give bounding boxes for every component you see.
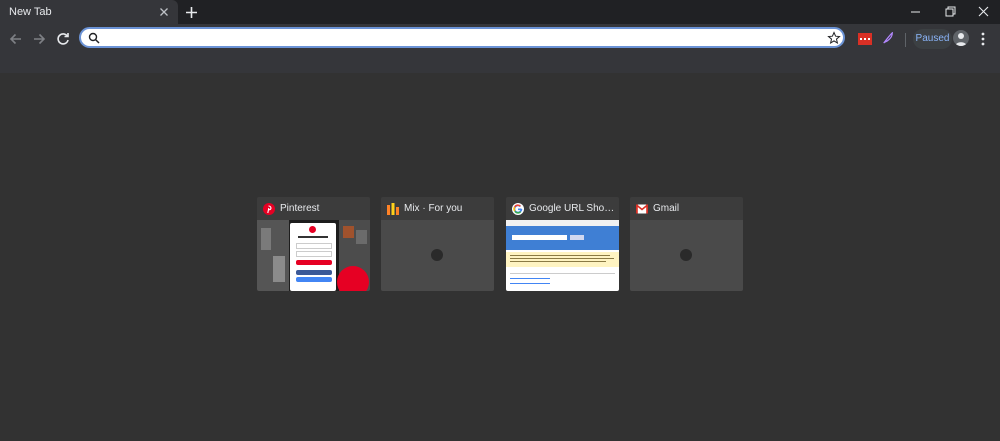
placeholder-dot (431, 249, 443, 261)
tile-thumbnail (257, 220, 370, 291)
forward-arrow-icon[interactable] (31, 31, 47, 47)
tile-pinterest[interactable]: Pinterest (257, 197, 370, 291)
thumb-button (296, 277, 332, 282)
tile-thumbnail (381, 220, 494, 291)
thumb-photo-tile (273, 256, 285, 282)
profile-avatar-icon (955, 33, 967, 46)
tile-title: Pinterest (280, 203, 320, 214)
close-icon[interactable] (157, 5, 171, 19)
window-close-icon[interactable] (967, 0, 1000, 24)
thumb-field (296, 243, 332, 249)
tile-google-url-shortener[interactable]: Google URL Shorte... (506, 197, 619, 291)
restore-icon[interactable] (933, 0, 966, 24)
toolbar-separator (905, 33, 906, 47)
thumb-field (296, 251, 332, 257)
tile-title: Gmail (653, 203, 680, 214)
thumb-link-line (510, 283, 550, 284)
thumb-button (296, 270, 332, 275)
tab-new-tab[interactable]: New Tab (0, 0, 178, 24)
search-icon (88, 32, 100, 44)
tab-title: New Tab (9, 6, 52, 18)
toolbar: Paused (0, 24, 1000, 73)
thumb-text-line (510, 255, 610, 256)
thumb-url-field (512, 235, 567, 240)
extension-red-icon[interactable] (858, 33, 872, 45)
address-input[interactable] (105, 30, 809, 47)
thumb-button (296, 260, 332, 265)
minimize-icon[interactable] (899, 0, 932, 24)
new-tab-plus-icon[interactable] (183, 4, 200, 21)
tile-title: Mix · For you (404, 203, 463, 214)
bookmark-star-icon[interactable] (827, 31, 841, 45)
kebab-menu-icon[interactable] (976, 31, 990, 47)
thumb-red-badge (337, 266, 369, 291)
tile-thumbnail (630, 220, 743, 291)
most-visited-tiles: Pinterest Mix · For you Google URL Short… (257, 197, 744, 292)
thumb-text-line (510, 258, 614, 259)
tile-title: Google URL Shorte... (529, 203, 615, 214)
gmail-icon (636, 204, 648, 214)
omnibox[interactable] (79, 27, 845, 48)
reload-icon[interactable] (55, 31, 71, 47)
placeholder-dot (680, 249, 692, 261)
pinterest-icon (263, 203, 275, 215)
thumb-shorten-button (570, 235, 584, 240)
thumb-photo-tile (343, 226, 354, 238)
avatar[interactable] (953, 30, 969, 46)
thumb-text-line (510, 261, 606, 262)
back-arrow-icon[interactable] (8, 31, 24, 47)
tile-thumbnail (506, 220, 619, 291)
tile-mix[interactable]: Mix · For you (381, 197, 494, 291)
thumb-table-line (510, 273, 615, 274)
thumb-photo-tile (356, 230, 367, 244)
thumb-heading-line (298, 236, 328, 238)
google-icon (512, 203, 524, 215)
thumb-photo-tile (261, 228, 271, 250)
thumb-logo (309, 226, 316, 233)
thumb-link-line (510, 278, 550, 279)
title-bar: New Tab (0, 0, 1000, 24)
thumb-login-card (290, 223, 336, 291)
tile-gmail[interactable]: Gmail (630, 197, 743, 291)
mix-icon (387, 203, 399, 215)
extension-feather-icon[interactable] (881, 32, 895, 44)
profile-paused-badge[interactable]: Paused (913, 29, 952, 49)
